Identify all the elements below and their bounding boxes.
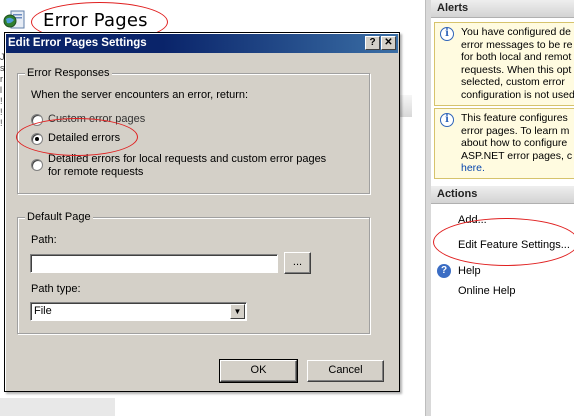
browse-button[interactable]: ... [284,252,311,274]
path-label: Path: [31,234,57,246]
actions-pane: Alerts i You have configured de error me… [431,0,574,416]
path-input[interactable] [30,254,278,273]
list-header-fragment [398,95,412,117]
alert-line: for both local and remot [461,51,572,64]
alert-link-here[interactable]: here. [461,162,574,175]
alerts-header: Alerts [431,0,574,18]
radio-detailed-local-custom-remote[interactable] [31,159,43,171]
default-page-legend: Default Page [25,211,93,223]
error-responses-legend: Error Responses [25,67,112,79]
alert-line: selected, custom error [461,76,565,89]
path-type-label: Path type: [31,283,81,295]
ok-button[interactable]: OK [219,359,298,383]
annotation-ellipse-edit-settings [433,218,574,266]
action-help[interactable]: Help [458,265,481,277]
alert-feature-info: i This feature configures error pages. T… [434,108,574,179]
dialog-title: Edit Error Pages Settings [8,37,147,49]
label-detailed-local-line2[interactable]: for remote requests [48,166,143,178]
close-icon[interactable]: ✕ [381,36,396,50]
alert-line: This feature configures [461,112,568,124]
iis-page-icon [3,10,25,29]
error-responses-prompt: When the server encounters an error, ret… [31,89,249,101]
dropdown-arrow-icon[interactable]: ▼ [230,304,245,319]
alert-detailed-errors: i You have configured de error messages … [434,22,574,106]
edit-error-pages-dialog: Edit Error Pages Settings ? ✕ Error Resp… [4,32,400,392]
dialog-titlebar[interactable]: Edit Error Pages Settings ? ✕ [6,34,398,53]
info-icon: i [440,27,454,41]
alert-line: configuration is not used [461,88,574,101]
alert-line: error pages. To learn m [461,124,570,137]
help-icon: ? [437,264,451,278]
help-titlebar-button[interactable]: ? [365,36,380,50]
alert-line: about how to configure [461,137,568,150]
alert-line: requests. When this opt [461,63,572,76]
cancel-button[interactable]: Cancel [307,360,384,382]
path-type-select[interactable]: File ▼ [30,302,247,321]
alert-line: error messages to be re [461,38,573,51]
alert-line: You have configured de [461,26,571,38]
alert-line: ASP.NET error pages, c [461,149,573,162]
default-page-group: Default Page Path: ... Path type: File ▼ [17,211,370,334]
action-online-help[interactable]: Online Help [458,285,515,297]
path-type-value: File [34,305,52,317]
actions-header: Actions [431,186,574,204]
status-area [0,398,115,416]
info-icon: i [440,113,454,127]
annotation-ellipse-detailed-errors [16,118,138,156]
